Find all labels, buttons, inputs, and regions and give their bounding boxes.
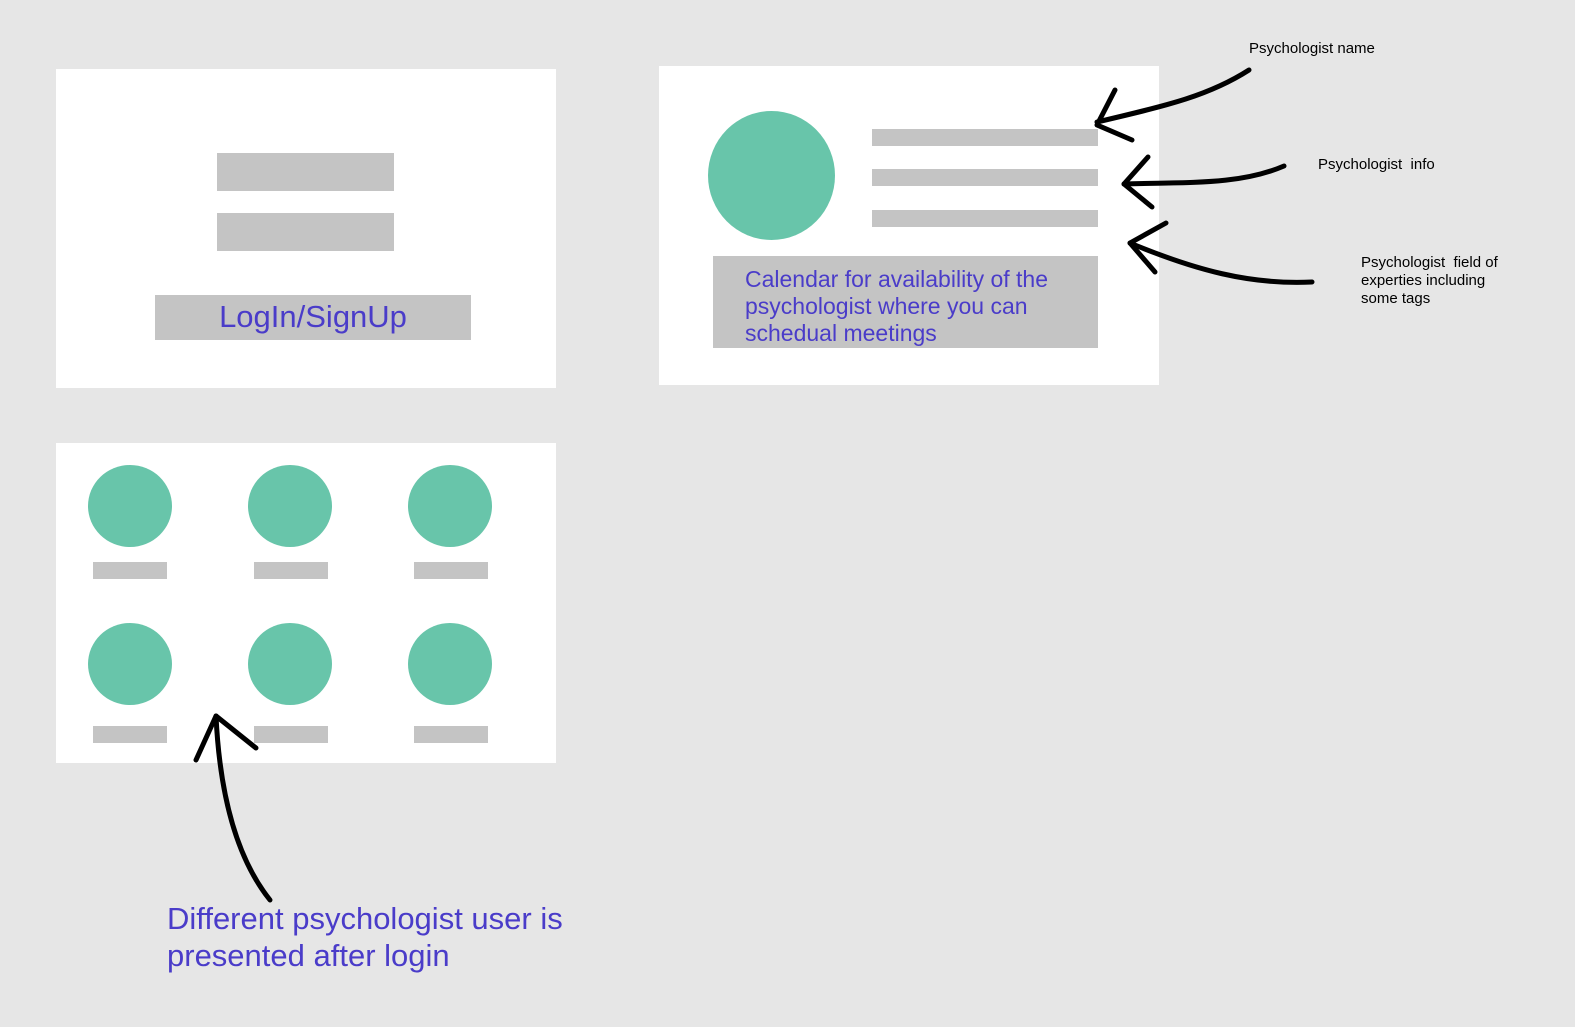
- psychologist-avatar[interactable]: [408, 465, 492, 547]
- psychologist-name-bar: [254, 726, 328, 743]
- annotation-psychologist-info: Psychologist info: [1318, 156, 1435, 173]
- psychologist-name-bar: [93, 562, 167, 579]
- annotation-psychologist-expertise: Psychologist field of experties includin…: [1361, 254, 1502, 307]
- login-signup-button[interactable]: LogIn/SignUp: [155, 295, 471, 340]
- psychologist-name-bar: [254, 562, 328, 579]
- psychologist-name-bar: [872, 129, 1098, 146]
- password-field[interactable]: [217, 213, 394, 251]
- login-panel: LogIn/SignUp: [56, 69, 556, 388]
- list-caption: Different psychologist user is presented…: [167, 901, 563, 973]
- psychologist-name-bar: [414, 726, 488, 743]
- username-field[interactable]: [217, 153, 394, 191]
- psychologist-avatar[interactable]: [408, 623, 492, 705]
- login-signup-label: LogIn/SignUp: [219, 299, 407, 334]
- psychologist-avatar[interactable]: [88, 465, 172, 547]
- annotation-psychologist-name: Psychologist name: [1249, 40, 1375, 57]
- calendar-block[interactable]: Calendar for availability of the psychol…: [713, 256, 1098, 348]
- psychologist-name-bar: [93, 726, 167, 743]
- psychologist-avatar: [708, 111, 835, 240]
- calendar-description: Calendar for availability of the psychol…: [745, 266, 1048, 346]
- psychologist-avatar[interactable]: [88, 623, 172, 705]
- profile-panel: Calendar for availability of the psychol…: [659, 66, 1159, 385]
- psychologist-avatar[interactable]: [248, 465, 332, 547]
- psychologist-avatar[interactable]: [248, 623, 332, 705]
- psychologist-name-bar: [414, 562, 488, 579]
- psychologist-expertise-bar: [872, 210, 1098, 227]
- psychologist-list-panel: [56, 443, 556, 763]
- psychologist-info-bar: [872, 169, 1098, 186]
